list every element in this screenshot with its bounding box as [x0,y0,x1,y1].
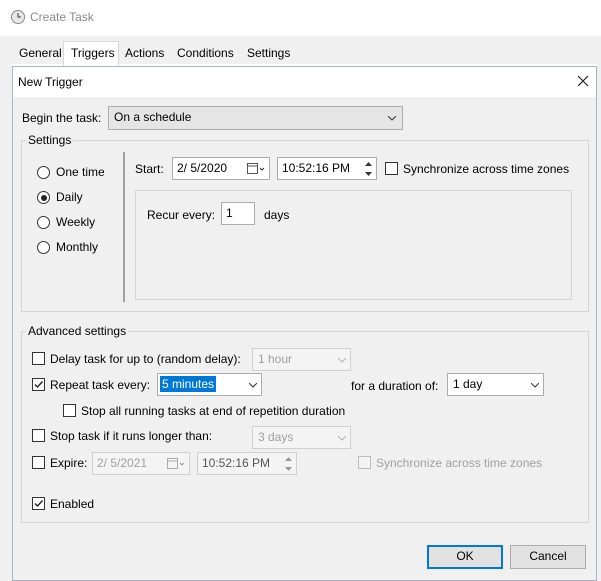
recur-every-input[interactable]: 1 [221,202,255,225]
radio-weekly-label: Weekly [56,215,96,229]
recur-panel [135,190,572,300]
settings-group-title: Settings [26,133,74,147]
start-date-picker[interactable]: 2/ 5/2020 [172,157,270,180]
recur-unit-label: days [264,208,290,222]
duration-value: 1 day [453,377,483,391]
radio-daily-label: Daily [56,190,83,204]
spin-down-icon[interactable] [281,464,296,474]
sync-time-zones-label: Synchronize across time zones [403,162,570,176]
checkmark-icon [34,381,44,389]
begin-task-value: On a schedule [114,110,192,124]
stop-longer-checkbox[interactable] [32,429,45,442]
duration-label: for a duration of: [351,379,439,393]
repeat-task-label: Repeat task every: [50,378,151,392]
delay-value: 1 hour [258,352,293,366]
begin-task-dropdown[interactable]: On a schedule [108,106,403,130]
radio-monthly[interactable] [37,241,50,254]
cancel-button[interactable]: Cancel [510,545,586,569]
spin-up-icon[interactable] [281,454,296,464]
tab-general[interactable]: General [19,46,62,64]
expire-time-field[interactable]: 10:52:16 PM [197,452,297,475]
calendar-icon [167,458,185,469]
radio-weekly[interactable] [37,216,50,229]
parent-window-edge [0,64,12,581]
stop-longer-label: Stop task if it runs longer than: [50,429,213,443]
start-date-value: 2/ 5/2020 [177,161,228,175]
start-label: Start: [135,162,164,176]
expire-sync-checkbox[interactable] [358,456,371,469]
parent-window-title: Create Task [30,10,94,24]
task-scheduler-icon [11,10,25,24]
expire-date-picker[interactable]: 2/ 5/2021 [92,452,190,475]
repeat-interval-dropdown[interactable]: 5 minutes [157,373,262,396]
chevron-down-icon [249,383,257,388]
sync-time-zones-checkbox[interactable] [385,162,398,175]
recur-every-label: Recur every: [147,208,216,222]
stop-longer-value: 3 days [258,430,294,444]
repeat-interval-value[interactable]: 5 minutes [160,376,217,392]
tab-actions[interactable]: Actions [125,46,164,64]
dialog-title: New Trigger [18,75,83,89]
radio-one-time-label: One time [56,165,105,179]
delay-label: Delay task for up to (random delay): [50,352,241,366]
chevron-down-icon [388,116,396,121]
chevron-down-icon [338,436,346,441]
close-icon[interactable] [574,72,592,90]
repeat-task-checkbox[interactable] [32,378,45,391]
delay-dropdown[interactable]: 1 hour [252,348,351,371]
expire-label: Expire: [50,456,88,470]
begin-task-label: Begin the task: [22,111,102,125]
stop-running-label: Stop all running tasks at end of repetit… [81,404,346,418]
parent-window-edge [597,64,601,581]
checkmark-icon [34,500,44,508]
radio-daily[interactable] [37,191,50,204]
ok-button[interactable]: OK [427,545,503,569]
radio-one-time[interactable] [37,166,50,179]
enabled-checkbox[interactable] [32,497,45,510]
start-time-value: 10:52:16 PM [282,161,351,175]
stop-longer-dropdown[interactable]: 3 days [252,426,351,449]
settings-divider [123,152,125,302]
chevron-down-icon [531,383,539,388]
enabled-label: Enabled [50,497,95,511]
calendar-icon [247,163,265,174]
expire-time-value: 10:52:16 PM [202,456,271,470]
delay-checkbox[interactable] [32,352,45,365]
spin-down-icon[interactable] [361,169,376,179]
advanced-settings-title: Advanced settings [26,324,129,338]
expire-date-value: 2/ 5/2021 [97,456,148,470]
expire-checkbox[interactable] [32,456,45,469]
tab-conditions[interactable]: Conditions [177,46,234,64]
start-time-field[interactable]: 10:52:16 PM [277,157,377,180]
recur-every-value: 1 [226,206,233,220]
dialog-titlebar [12,66,597,97]
expire-sync-label: Synchronize across time zones [376,456,543,470]
start-time-spinner[interactable] [361,159,376,179]
tab-triggers[interactable]: Triggers [71,46,115,64]
spin-up-icon[interactable] [361,159,376,169]
chevron-down-icon [338,358,346,363]
tab-settings[interactable]: Settings [247,46,290,64]
duration-dropdown[interactable]: 1 day [447,373,544,396]
expire-time-spinner[interactable] [281,454,296,474]
stop-running-checkbox[interactable] [63,404,76,417]
radio-monthly-label: Monthly [56,240,99,254]
